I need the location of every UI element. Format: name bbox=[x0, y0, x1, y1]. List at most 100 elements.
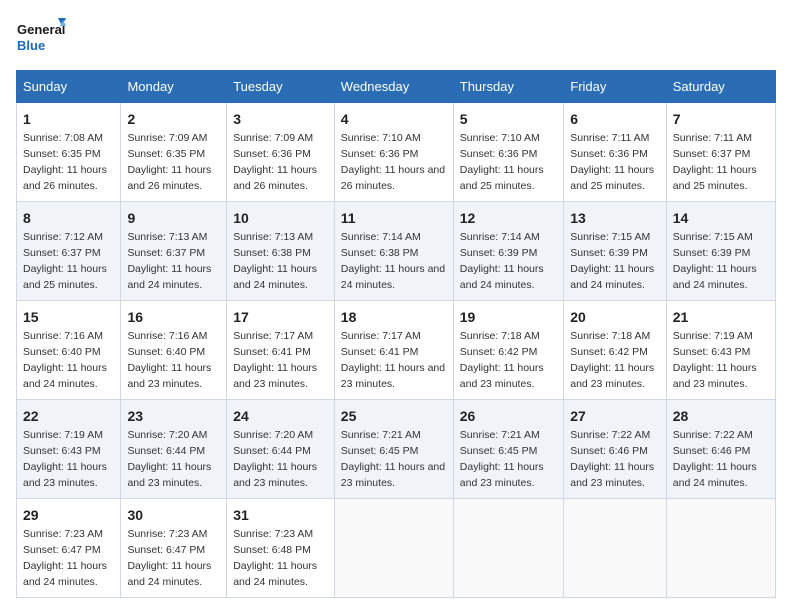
header-row: SundayMondayTuesdayWednesdayThursdayFrid… bbox=[17, 71, 776, 103]
svg-text:General: General bbox=[17, 22, 65, 37]
week-row-3: 15 Sunrise: 7:16 AMSunset: 6:40 PMDayligh… bbox=[17, 301, 776, 400]
col-header-thursday: Thursday bbox=[453, 71, 563, 103]
day-number: 27 bbox=[570, 406, 660, 426]
day-number: 18 bbox=[341, 307, 447, 327]
day-number: 4 bbox=[341, 109, 447, 129]
col-header-wednesday: Wednesday bbox=[334, 71, 453, 103]
day-cell: 15Sunrise: 7:16 AMSunset: 6:40 PMDayligh… bbox=[17, 301, 121, 400]
day-number: 12 bbox=[460, 208, 557, 228]
day-number: 28 bbox=[673, 406, 769, 426]
col-header-sunday: Sunday bbox=[17, 71, 121, 103]
day-cell: 20 Sunrise: 7:18 AMSunset: 6:42 PMDayligh… bbox=[564, 301, 667, 400]
day-number: 9 bbox=[127, 208, 220, 228]
day-info: Sunrise: 7:10 AMSunset: 6:36 PMDaylight:… bbox=[341, 132, 445, 192]
day-cell: 24Sunrise: 7:20 AMSunset: 6:44 PMDayligh… bbox=[227, 400, 335, 499]
day-number: 5 bbox=[460, 109, 557, 129]
day-number: 23 bbox=[127, 406, 220, 426]
col-header-monday: Monday bbox=[121, 71, 227, 103]
day-info: Sunrise: 7:08 AMSunset: 6:35 PMDaylight:… bbox=[23, 132, 107, 192]
col-header-tuesday: Tuesday bbox=[227, 71, 335, 103]
day-cell: 29 Sunrise: 7:23 AMSunset: 6:47 PMDayligh… bbox=[17, 499, 121, 598]
week-row-4: 22 Sunrise: 7:19 AMSunset: 6:43 PMDayligh… bbox=[17, 400, 776, 499]
week-row-1: 1 Sunrise: 7:08 AMSunset: 6:35 PMDaylight… bbox=[17, 103, 776, 202]
day-cell bbox=[564, 499, 667, 598]
day-number: 20 bbox=[570, 307, 660, 327]
day-info: Sunrise: 7:21 AMSunset: 6:45 PMDaylight:… bbox=[460, 429, 544, 489]
day-cell: 12 Sunrise: 7:14 AMSunset: 6:39 PMDayligh… bbox=[453, 202, 563, 301]
day-info: Sunrise: 7:22 AMSunset: 6:46 PMDaylight:… bbox=[673, 429, 757, 489]
day-cell: 6Sunrise: 7:11 AMSunset: 6:36 PMDaylight… bbox=[564, 103, 667, 202]
day-cell: 13 Sunrise: 7:15 AMSunset: 6:39 PMDayligh… bbox=[564, 202, 667, 301]
calendar-table: SundayMondayTuesdayWednesdayThursdayFrid… bbox=[16, 70, 776, 598]
day-number: 15 bbox=[23, 307, 114, 327]
day-number: 1 bbox=[23, 109, 114, 129]
day-info: Sunrise: 7:16 AMSunset: 6:40 PMDaylight:… bbox=[127, 330, 211, 390]
day-number: 24 bbox=[233, 406, 328, 426]
day-number: 17 bbox=[233, 307, 328, 327]
week-row-2: 8 Sunrise: 7:12 AMSunset: 6:37 PMDaylight… bbox=[17, 202, 776, 301]
day-cell bbox=[453, 499, 563, 598]
day-number: 22 bbox=[23, 406, 114, 426]
day-info: Sunrise: 7:23 AMSunset: 6:47 PMDaylight:… bbox=[127, 528, 211, 588]
day-cell: 14 Sunrise: 7:15 AMSunset: 6:39 PMDayligh… bbox=[666, 202, 775, 301]
day-info: Sunrise: 7:19 AMSunset: 6:43 PMDaylight:… bbox=[23, 429, 107, 489]
day-number: 7 bbox=[673, 109, 769, 129]
day-info: Sunrise: 7:23 AMSunset: 6:47 PMDaylight:… bbox=[23, 528, 107, 588]
day-info: Sunrise: 7:18 AMSunset: 6:42 PMDaylight:… bbox=[570, 330, 654, 390]
logo-svg: General Blue bbox=[16, 16, 66, 58]
day-info: Sunrise: 7:23 AMSunset: 6:48 PMDaylight:… bbox=[233, 528, 317, 588]
day-cell: 31 Sunrise: 7:23 AMSunset: 6:48 PMDayligh… bbox=[227, 499, 335, 598]
day-number: 6 bbox=[570, 109, 660, 129]
day-info: Sunrise: 7:09 AMSunset: 6:35 PMDaylight:… bbox=[127, 132, 211, 192]
day-info: Sunrise: 7:09 AMSunset: 6:36 PMDaylight:… bbox=[233, 132, 317, 192]
day-info: Sunrise: 7:17 AMSunset: 6:41 PMDaylight:… bbox=[341, 330, 445, 390]
day-info: Sunrise: 7:14 AMSunset: 6:39 PMDaylight:… bbox=[460, 231, 544, 291]
day-number: 10 bbox=[233, 208, 328, 228]
day-cell: 25 Sunrise: 7:21 AMSunset: 6:45 PMDayligh… bbox=[334, 400, 453, 499]
day-number: 13 bbox=[570, 208, 660, 228]
day-cell bbox=[334, 499, 453, 598]
day-number: 31 bbox=[233, 505, 328, 525]
day-cell: 21Sunrise: 7:19 AMSunset: 6:43 PMDayligh… bbox=[666, 301, 775, 400]
day-cell: 9Sunrise: 7:13 AMSunset: 6:37 PMDaylight… bbox=[121, 202, 227, 301]
col-header-friday: Friday bbox=[564, 71, 667, 103]
day-info: Sunrise: 7:11 AMSunset: 6:37 PMDaylight:… bbox=[673, 132, 757, 192]
day-number: 16 bbox=[127, 307, 220, 327]
day-info: Sunrise: 7:21 AMSunset: 6:45 PMDaylight:… bbox=[341, 429, 445, 489]
day-cell: 23 Sunrise: 7:20 AMSunset: 6:44 PMDayligh… bbox=[121, 400, 227, 499]
day-cell: 27 Sunrise: 7:22 AMSunset: 6:46 PMDayligh… bbox=[564, 400, 667, 499]
day-info: Sunrise: 7:15 AMSunset: 6:39 PMDaylight:… bbox=[570, 231, 654, 291]
day-number: 26 bbox=[460, 406, 557, 426]
day-info: Sunrise: 7:15 AMSunset: 6:39 PMDaylight:… bbox=[673, 231, 757, 291]
day-info: Sunrise: 7:18 AMSunset: 6:42 PMDaylight:… bbox=[460, 330, 544, 390]
day-cell: 11 Sunrise: 7:14 AMSunset: 6:38 PMDayligh… bbox=[334, 202, 453, 301]
day-info: Sunrise: 7:22 AMSunset: 6:46 PMDaylight:… bbox=[570, 429, 654, 489]
day-cell: 7 Sunrise: 7:11 AMSunset: 6:37 PMDaylight… bbox=[666, 103, 775, 202]
col-header-saturday: Saturday bbox=[666, 71, 775, 103]
day-cell: 19Sunrise: 7:18 AMSunset: 6:42 PMDayligh… bbox=[453, 301, 563, 400]
day-cell bbox=[666, 499, 775, 598]
week-row-5: 29 Sunrise: 7:23 AMSunset: 6:47 PMDayligh… bbox=[17, 499, 776, 598]
day-info: Sunrise: 7:20 AMSunset: 6:44 PMDaylight:… bbox=[127, 429, 211, 489]
logo: General Blue bbox=[16, 16, 66, 58]
day-cell: 4 Sunrise: 7:10 AMSunset: 6:36 PMDaylight… bbox=[334, 103, 453, 202]
day-number: 3 bbox=[233, 109, 328, 129]
day-number: 30 bbox=[127, 505, 220, 525]
day-number: 29 bbox=[23, 505, 114, 525]
day-cell: 28 Sunrise: 7:22 AMSunset: 6:46 PMDayligh… bbox=[666, 400, 775, 499]
day-cell: 5Sunrise: 7:10 AMSunset: 6:36 PMDaylight… bbox=[453, 103, 563, 202]
day-cell: 3 Sunrise: 7:09 AMSunset: 6:36 PMDaylight… bbox=[227, 103, 335, 202]
day-cell: 30 Sunrise: 7:23 AMSunset: 6:47 PMDayligh… bbox=[121, 499, 227, 598]
day-cell: 8 Sunrise: 7:12 AMSunset: 6:37 PMDaylight… bbox=[17, 202, 121, 301]
day-info: Sunrise: 7:14 AMSunset: 6:38 PMDaylight:… bbox=[341, 231, 445, 291]
day-number: 25 bbox=[341, 406, 447, 426]
day-number: 8 bbox=[23, 208, 114, 228]
day-number: 14 bbox=[673, 208, 769, 228]
day-info: Sunrise: 7:12 AMSunset: 6:37 PMDaylight:… bbox=[23, 231, 107, 291]
day-number: 11 bbox=[341, 208, 447, 228]
day-cell: 22 Sunrise: 7:19 AMSunset: 6:43 PMDayligh… bbox=[17, 400, 121, 499]
day-cell: 26 Sunrise: 7:21 AMSunset: 6:45 PMDayligh… bbox=[453, 400, 563, 499]
day-cell: 16 Sunrise: 7:16 AMSunset: 6:40 PMDayligh… bbox=[121, 301, 227, 400]
day-info: Sunrise: 7:17 AMSunset: 6:41 PMDaylight:… bbox=[233, 330, 317, 390]
day-cell: 2Sunrise: 7:09 AMSunset: 6:35 PMDaylight… bbox=[121, 103, 227, 202]
